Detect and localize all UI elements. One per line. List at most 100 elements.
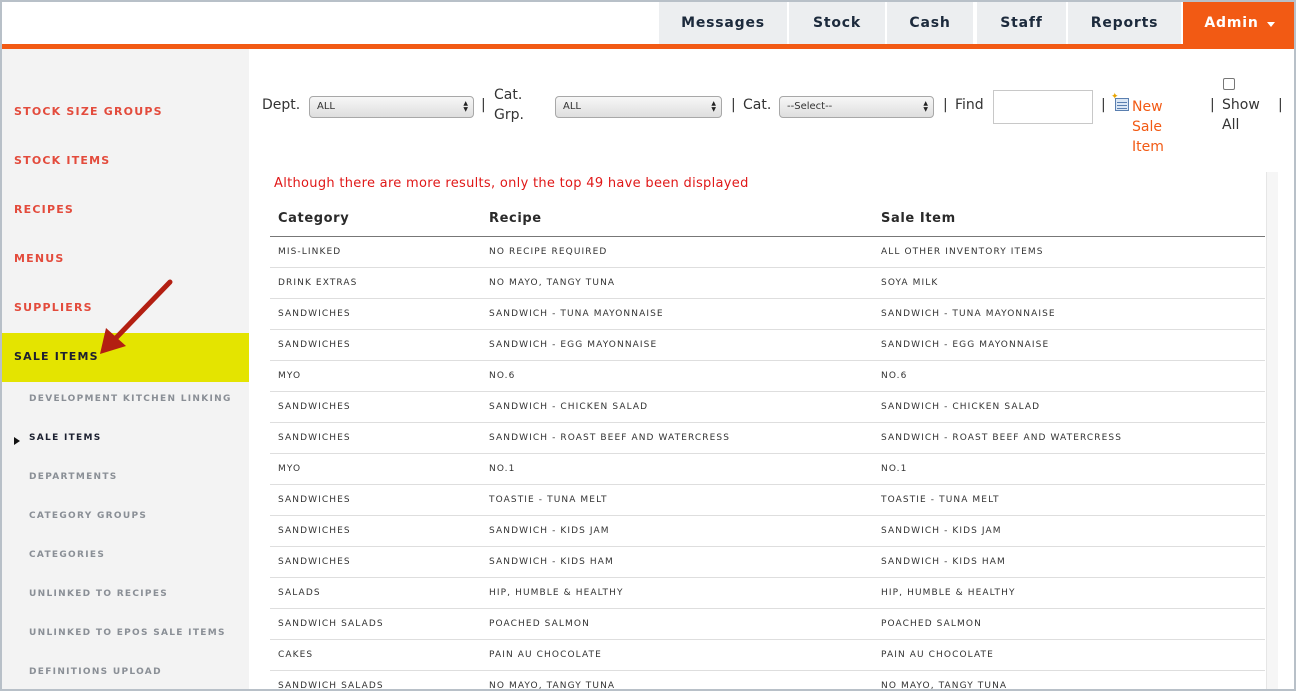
recipe-cell: SANDWICH - ROAST BEEF AND WATERCRESS [481,422,873,454]
new-sale-item-link[interactable]: New Sale Item [1132,97,1172,157]
table-row[interactable]: CAKES PAIN AU CHOCOLATE PAIN AU CHOCOLATE [270,639,1265,671]
category-cell: SANDWICHES [270,515,481,547]
separator: | [1101,97,1106,113]
app-window: Messages Stock Cash Staff Reports Admin … [0,0,1296,691]
column-header-recipe[interactable]: Recipe [481,202,873,237]
table-row[interactable]: SANDWICHES SANDWICH - CHICKEN SALAD SANDWI… [270,391,1265,423]
find-label: Find [955,97,984,113]
sidebar-subitem-development-kitchen-linking[interactable]: DEVELOPMENT KITCHEN LINKING [29,394,232,404]
recipe-cell: SANDWICH - CHICKEN SALAD [481,391,873,423]
table-row[interactable]: MYO NO.6 NO.6 [270,360,1265,392]
sale-item-cell: NO.1 [873,453,1265,485]
dept-label: Dept. [262,97,301,113]
sidebar-item-suppliers[interactable]: SUPPLIERS [14,301,93,314]
catgrp-select[interactable]: ALL ▲ ▼ [555,96,722,118]
category-cell: SANDWICHES [270,329,481,361]
recipe-cell: NO.6 [481,360,873,392]
sale-item-cell: NO.6 [873,360,1265,392]
nav-tab-cash[interactable]: Cash [887,2,973,44]
recipe-cell: TOASTIE - TUNA MELT [481,484,873,516]
table-row[interactable]: SALADS HIP, HUMBLE & HEALTHY HIP, HUMBLE &… [270,577,1265,609]
column-header-sale-item[interactable]: Sale Item [873,202,1265,237]
separator: | [731,97,736,113]
table-row[interactable]: SANDWICHES SANDWICH - KIDS JAM SANDWICH - … [270,515,1265,547]
recipe-cell: HIP, HUMBLE & HEALTHY [481,577,873,609]
sale-item-cell: SANDWICH - ROAST BEEF AND WATERCRESS [873,422,1265,454]
sidebar-subitem-category-groups[interactable]: CATEGORY GROUPS [29,511,147,521]
table-header-row: Category Recipe Sale Item [270,202,1265,237]
recipe-cell: NO.1 [481,453,873,485]
nav-tab-admin[interactable]: Admin [1183,2,1294,44]
sale-item-cell: SANDWICH - TUNA MAYONNAISE [873,298,1265,330]
category-cell: SANDWICHES [270,391,481,423]
sidebar-item-sale-items[interactable]: SALE ITEMS [14,350,99,363]
separator: | [481,97,486,113]
sidebar-item-stock-items[interactable]: STOCK ITEMS [14,154,110,167]
nav-tab-reports[interactable]: Reports [1068,2,1181,44]
sale-item-cell: SOYA MILK [873,267,1265,299]
scrollbar[interactable] [1266,172,1278,689]
recipe-cell: PAIN AU CHOCOLATE [481,639,873,671]
catgrp-select-value: ALL [563,101,581,112]
cat-select-value: --Select-- [787,101,833,112]
dept-select-value: ALL [317,101,335,112]
sale-item-cell: NO MAYO, TANGY TUNA [873,670,1265,689]
new-item-icon[interactable] [1111,92,1129,111]
catgrp-label-line1: Cat. [494,87,523,103]
category-cell: SANDWICHES [270,484,481,516]
dept-select[interactable]: ALL ▲ ▼ [309,96,474,118]
table-row[interactable]: SANDWICH SALADS POACHED SALMON POACHED SAL… [270,608,1265,640]
category-cell: SANDWICHES [270,546,481,578]
top-nav-bar: Messages Stock Cash Staff Reports Admin [2,2,1294,44]
new-sale-line2: Sale [1132,119,1162,135]
table-row[interactable]: SANDWICHES SANDWICH - KIDS HAM SANDWICH - … [270,546,1265,578]
caret-down-icon [1266,21,1275,27]
cat-select[interactable]: --Select-- ▲ ▼ [779,96,934,118]
results-limit-notice: Although there are more results, only th… [274,176,749,191]
sidebar-item-recipes[interactable]: RECIPES [14,203,74,216]
recipe-cell: SANDWICH - KIDS HAM [481,546,873,578]
sidebar-subitem-definitions-upload[interactable]: DEFINITIONS UPLOAD [29,667,162,677]
nav-tab-staff[interactable]: Staff [977,2,1066,44]
sidebar-subitem-sale-items[interactable]: SALE ITEMS [29,433,102,443]
sidebar-item-stock-size-groups[interactable]: STOCK SIZE GROUPS [14,105,163,118]
sidebar-subitem-unlinked-to-recipes[interactable]: UNLINKED TO RECIPES [29,589,168,599]
table-row[interactable]: SANDWICHES SANDWICH - ROAST BEEF AND WATE… [270,422,1265,454]
column-header-category[interactable]: Category [270,202,481,237]
category-cell: CAKES [270,639,481,671]
category-cell: SANDWICH SALADS [270,608,481,640]
sidebar-subitem-unlinked-to-epos-sale-items[interactable]: UNLINKED TO EPOS SALE ITEMS [29,628,226,638]
table-row[interactable]: DRINK EXTRAS NO MAYO, TANGY TUNA SOYA MILK [270,267,1265,299]
table-row[interactable]: SANDWICHES SANDWICH - EGG MAYONNAISE SANDW… [270,329,1265,361]
cat-label: Cat. [743,97,772,113]
show-all-checkbox[interactable] [1223,78,1235,90]
catgrp-label-line2: Grp. [494,107,524,123]
table-row[interactable]: MIS-LINKED NO RECIPE REQUIRED ALL OTHER IN… [270,236,1265,268]
category-cell: MIS-LINKED [270,236,481,268]
sidebar: STOCK SIZE GROUPS STOCK ITEMS RECIPES ME… [2,49,249,689]
category-cell: SANDWICHES [270,422,481,454]
recipe-cell: NO RECIPE REQUIRED [481,236,873,268]
annotation-arrow-icon [100,279,173,354]
show-all-line1: Show [1222,97,1260,113]
sale-item-cell: ALL OTHER INVENTORY ITEMS [873,236,1265,268]
recipe-cell: SANDWICH - TUNA MAYONNAISE [481,298,873,330]
table-row[interactable]: SANDWICHES TOASTIE - TUNA MELT TOASTIE - T… [270,484,1265,516]
current-pointer-icon [14,437,20,445]
sidebar-item-menus[interactable]: MENUS [14,252,65,265]
sidebar-subitem-departments[interactable]: DEPARTMENTS [29,472,118,482]
select-arrows-icon: ▲ ▼ [463,100,468,113]
find-input[interactable] [993,90,1093,124]
category-cell: MYO [270,360,481,392]
table-row[interactable]: MYO NO.1 NO.1 [270,453,1265,485]
sale-items-table: Category Recipe Sale Item MIS-LINKED NO R… [270,202,1265,689]
sale-item-cell: SANDWICH - EGG MAYONNAISE [873,329,1265,361]
recipe-cell: SANDWICH - KIDS JAM [481,515,873,547]
recipe-cell: NO MAYO, TANGY TUNA [481,670,873,689]
nav-tab-messages[interactable]: Messages [659,2,787,44]
table-row[interactable]: SANDWICH SALADS NO MAYO, TANGY TUNA NO MAY… [270,670,1265,689]
nav-tab-stock[interactable]: Stock [789,2,885,44]
table-row[interactable]: SANDWICHES SANDWICH - TUNA MAYONNAISE SAND… [270,298,1265,330]
sidebar-subitem-categories[interactable]: CATEGORIES [29,550,105,560]
sale-item-cell: HIP, HUMBLE & HEALTHY [873,577,1265,609]
